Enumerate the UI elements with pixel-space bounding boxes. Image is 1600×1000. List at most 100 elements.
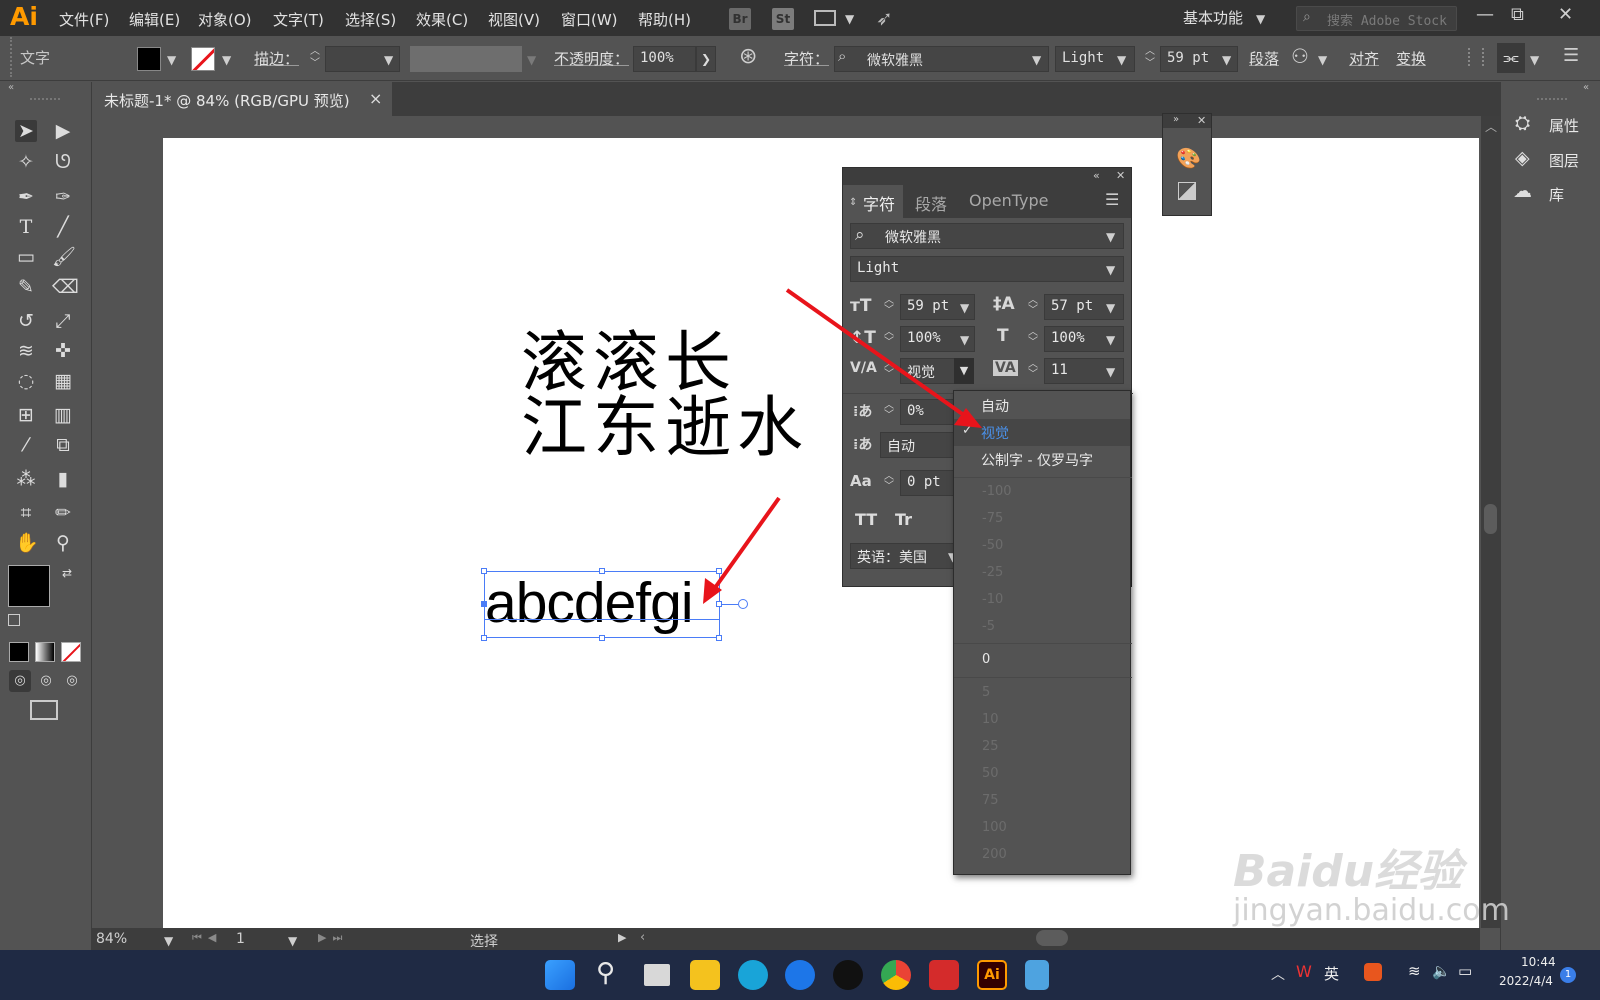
arrange-icon[interactable]: ⫘	[1497, 43, 1525, 73]
all-caps-button[interactable]: TT	[855, 510, 877, 529]
screen-mode-icon[interactable]	[30, 700, 58, 720]
leading-stepper[interactable]: ︿ ﹀	[1028, 296, 1038, 316]
chevron-down-icon[interactable]: ▼	[960, 301, 969, 315]
opacity-label[interactable]: 不透明度：	[554, 48, 629, 69]
start-button[interactable]	[545, 960, 575, 990]
opacity-field[interactable]: 100%	[633, 46, 696, 72]
close-window-button[interactable]: ✕	[1558, 4, 1573, 25]
wps-icon[interactable]	[929, 960, 959, 990]
stroke-stepper[interactable]: ︿ ﹀	[307, 46, 323, 72]
color-mode-icon[interactable]	[9, 642, 29, 662]
glyph-icon[interactable]: ⚇	[1291, 44, 1309, 68]
chinese-text-line1[interactable]: 滚滚长	[521, 330, 737, 396]
workspace-switcher[interactable]: 基本功能	[1183, 7, 1243, 28]
selection-handle[interactable]	[716, 568, 722, 574]
character-label[interactable]: 字符：	[784, 48, 829, 69]
perspective-grid-tool-icon[interactable]: ▦	[52, 370, 74, 392]
minimize-button[interactable]: —	[1476, 4, 1494, 25]
kerning-option-visual[interactable]: 视觉	[981, 423, 1009, 443]
battery-icon[interactable]: ▭	[1458, 962, 1472, 980]
file-explorer-icon[interactable]	[690, 960, 720, 990]
close-tab-button[interactable]: ×	[369, 89, 382, 108]
selection-handle[interactable]	[716, 635, 722, 641]
font-size-stepper[interactable]: ︿ ﹀	[884, 296, 894, 316]
swap-colors-icon[interactable]: ⇄	[62, 566, 72, 580]
edge-browser-icon[interactable]	[738, 960, 768, 990]
kerning-dropdown-button[interactable]: ▼	[954, 358, 974, 384]
warp-tool-icon[interactable]: ≋	[15, 340, 37, 362]
notepad-icon[interactable]	[1025, 960, 1049, 990]
scale-tool-icon[interactable]: ⤢	[52, 310, 74, 332]
shaper-tool-icon[interactable]: ✎	[15, 276, 37, 298]
menu-effect[interactable]: 效果(C)	[416, 9, 468, 30]
stroke-swatch[interactable]	[191, 47, 215, 71]
layers-icon[interactable]: ◈	[1515, 147, 1530, 169]
selection-handle[interactable]	[481, 601, 487, 607]
draw-behind-icon[interactable]: ◎	[35, 670, 57, 692]
vertical-scale-stepper[interactable]: ︿ ﹀	[884, 328, 894, 348]
kerning-value[interactable]: -50	[982, 538, 1003, 553]
close-icon[interactable]: ✕	[1116, 169, 1125, 182]
panel-menu-icon[interactable]: ☰	[1105, 190, 1119, 209]
rotate-tool-icon[interactable]: ↺	[15, 310, 37, 332]
clock-time[interactable]: 10:44	[1521, 955, 1556, 969]
language-field[interactable]: 英语：美国	[850, 543, 960, 569]
sogou-tray-icon[interactable]	[1364, 963, 1382, 981]
aki-left-field[interactable]: 自动	[880, 432, 960, 458]
grip-handle[interactable]	[30, 98, 60, 102]
slice-tool-icon[interactable]: ✏	[52, 502, 74, 524]
chevron-down-icon[interactable]: ▼	[164, 934, 173, 948]
layers-panel-button[interactable]: 图层	[1549, 150, 1579, 171]
baseline-shift-stepper[interactable]: ︿ ﹀	[884, 472, 894, 492]
kerning-value[interactable]: 50	[982, 766, 999, 781]
chevron-down-icon[interactable]: ▼	[1106, 263, 1115, 277]
default-colors-icon[interactable]	[8, 614, 20, 626]
chevron-down-icon[interactable]: ▼	[1106, 333, 1115, 347]
stock-button[interactable]: St	[772, 8, 794, 30]
kerning-value[interactable]: 75	[982, 793, 999, 808]
kerning-value[interactable]: -10	[982, 592, 1003, 607]
chevron-down-icon[interactable]: ▼	[1106, 365, 1115, 379]
selection-handle[interactable]	[599, 635, 605, 641]
chevron-down-icon[interactable]: ▼	[288, 934, 297, 948]
collapse-icon[interactable]: «	[1093, 169, 1100, 182]
selection-handle[interactable]	[481, 635, 487, 641]
curvature-tool-icon[interactable]: ✑	[52, 186, 74, 208]
collapse-icon[interactable]: «	[1583, 82, 1589, 93]
horizontal-scale-stepper[interactable]: ︿ ﹀	[1028, 328, 1038, 348]
chevron-down-icon[interactable]: ▼	[1318, 53, 1327, 67]
chevron-down-icon[interactable]: ▼	[1106, 230, 1115, 244]
gradient-tool-icon[interactable]: ▥	[52, 404, 74, 426]
menu-help[interactable]: 帮助(H)	[638, 9, 691, 30]
pen-tool-icon[interactable]: ✒	[15, 186, 37, 208]
menu-file[interactable]: 文件(F)	[59, 9, 109, 30]
ime-indicator[interactable]: 英	[1324, 963, 1339, 984]
puppet-warp-tool-icon[interactable]: ✜	[52, 340, 74, 362]
artboard-nav-next[interactable]: ▶⏭	[318, 931, 348, 945]
isolate-icon[interactable]	[1468, 48, 1484, 66]
libraries-icon[interactable]: ☁	[1513, 180, 1532, 202]
symbol-sprayer-tool-icon[interactable]: ⁂	[15, 468, 37, 490]
blend-tool-icon[interactable]: ⧉	[52, 434, 74, 456]
tab-opentype[interactable]: OpenType	[969, 191, 1048, 210]
small-caps-button[interactable]: Tr	[895, 510, 912, 529]
chevron-down-icon[interactable]: ▼	[1530, 53, 1539, 67]
document-tab[interactable]: 未标题-1* @ 84% (RGB/GPU 预览)	[92, 82, 392, 116]
kerning-value[interactable]: 5	[982, 685, 990, 700]
lasso-tool-icon[interactable]: ᘎ	[52, 151, 74, 173]
none-mode-icon[interactable]	[61, 642, 81, 662]
restore-button[interactable]: ⧉	[1511, 4, 1524, 25]
zoom-field[interactable]: 84%	[96, 931, 156, 947]
tab-reorder-icon[interactable]: ⇕	[849, 197, 857, 208]
horizontal-scrollbar-thumb[interactable]	[1036, 930, 1068, 946]
scroll-left-icon[interactable]: ‹	[640, 930, 645, 945]
baseline-shift-field[interactable]: 0 pt	[900, 470, 960, 496]
tsume-field[interactable]: 0%	[900, 399, 960, 425]
scroll-up-icon[interactable]: ︿	[1485, 118, 1497, 135]
chevron-down-icon[interactable]: ▼	[167, 53, 176, 67]
chevron-down-icon[interactable]: ▼	[527, 53, 536, 67]
rectangle-tool-icon[interactable]: ▭	[15, 246, 37, 268]
character-panel-header[interactable]: « ✕	[843, 168, 1131, 185]
zoom-tool-icon[interactable]: ⚲	[52, 532, 74, 554]
grip-handle[interactable]	[1537, 98, 1567, 102]
